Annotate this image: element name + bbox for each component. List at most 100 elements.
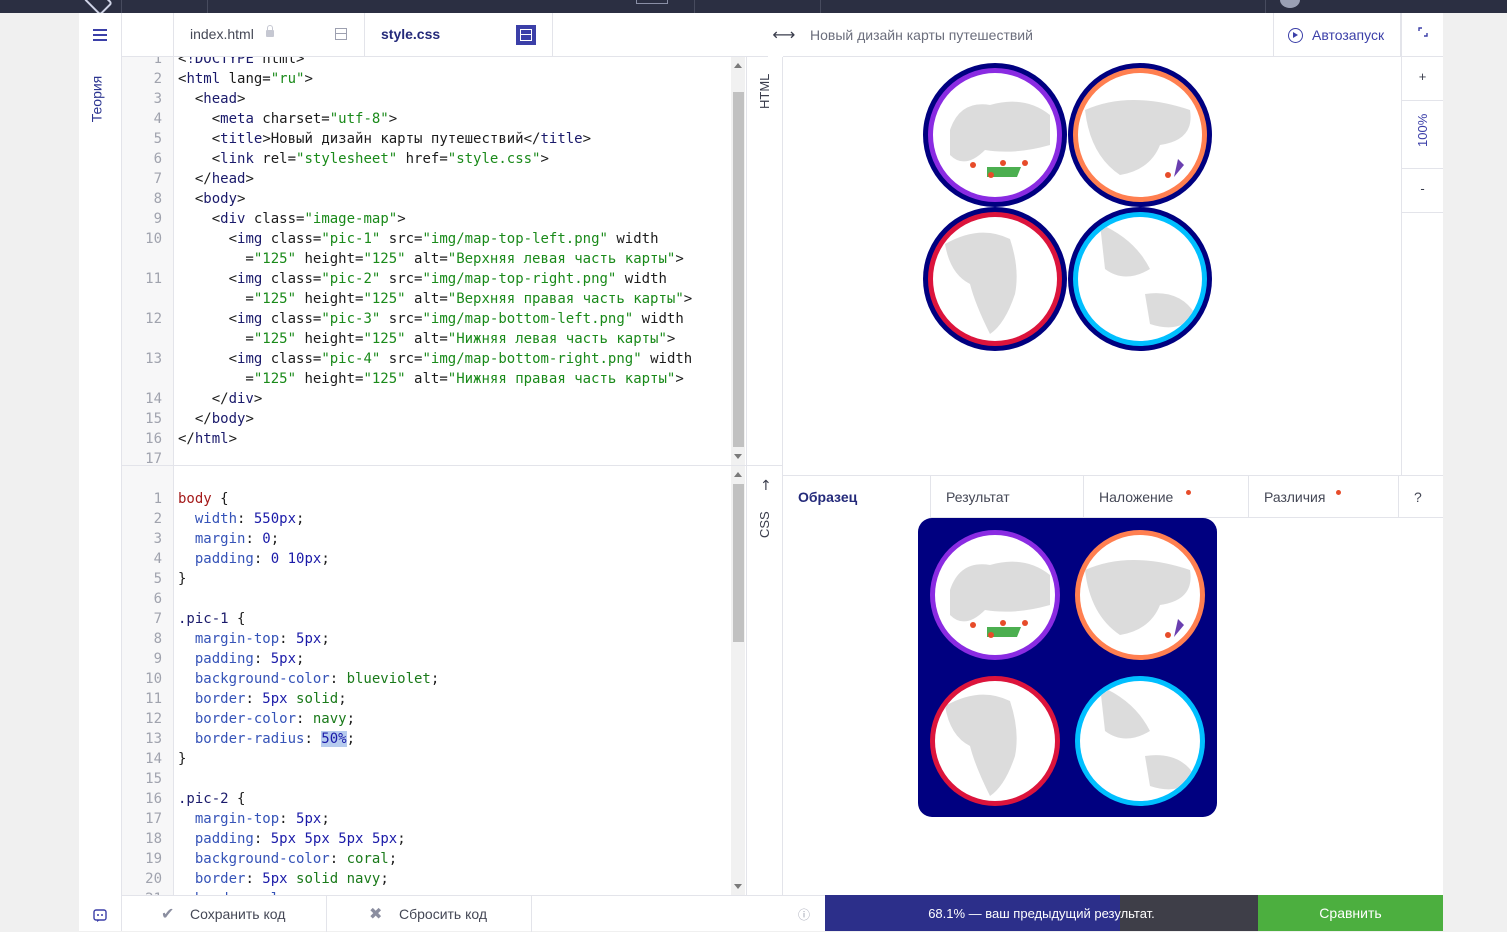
zoom-in-button[interactable]: + [1402, 57, 1443, 101]
line-number: 2 [153, 71, 162, 87]
mode-sample-label: Образец [798, 489, 858, 505]
tab-style-css[interactable]: style.css [365, 13, 553, 57]
code-line[interactable]: </html> [178, 429, 237, 449]
zoom-level: 100% [1402, 101, 1443, 169]
reset-code-label: Сбросить код [399, 906, 488, 922]
line-number: 4 [153, 111, 162, 127]
theory-label: Теория [88, 75, 105, 123]
code-line[interactable]: } [178, 749, 186, 769]
code-line[interactable]: <img class="pic-4" src="img/map-bottom-r… [178, 349, 693, 369]
code-line[interactable]: border-color: navy; [178, 709, 355, 729]
pic-1 [925, 525, 1065, 665]
nav-separator [207, 0, 208, 13]
code-line[interactable]: <meta charset="utf-8"> [178, 109, 397, 129]
css-editor[interactable]: 1 body {2 width: 550px; 3 margin: 0; 4 padd… [122, 466, 731, 895]
autorun-label: Автозапуск [1312, 27, 1385, 43]
code-line[interactable]: padding: 5px; [178, 649, 305, 669]
code-line[interactable]: .pic-1 { [178, 609, 245, 629]
save-code-button[interactable]: ✔ Сохранить код [122, 896, 327, 932]
code-line[interactable]: <html lang="ru"> [178, 69, 313, 89]
code-line[interactable]: </head> [178, 169, 254, 189]
scroll-down-icon[interactable] [734, 454, 742, 459]
scroll-up-icon[interactable] [734, 63, 742, 68]
check-icon: ✔ [161, 906, 175, 923]
mode-diff-tab[interactable]: Различия [1249, 476, 1399, 518]
code-line[interactable]: <head> [178, 89, 246, 109]
code-line[interactable]: border-radius: 50%; [178, 729, 355, 749]
code-line[interactable]: ="125" height="125" alt="Нижняя левая ча… [178, 329, 675, 349]
scroll-thumb[interactable] [733, 484, 744, 642]
cross-icon: ✖ [369, 906, 383, 923]
code-line[interactable]: <img class="pic-1" src="img/map-top-left… [178, 229, 659, 249]
compare-label: Сравнить [1319, 905, 1382, 921]
preview-title: Новый дизайн карты путешествий [810, 27, 1033, 43]
code-line[interactable]: border: 5px solid navy; [178, 869, 389, 889]
line-number: 3 [153, 91, 162, 107]
resize-arrows-icon[interactable]: ⟷ [769, 25, 799, 44]
line-number: 14 [145, 751, 162, 767]
code-line[interactable]: ="125" height="125" alt="Нижняя правая ч… [178, 369, 683, 389]
tab-index-html[interactable]: index.html [173, 13, 365, 57]
code-line[interactable]: ="125" height="125" alt="Верхняя правая … [178, 289, 692, 309]
code-line[interactable]: background-color: coral; [178, 849, 397, 869]
fullscreen-button[interactable] [1402, 13, 1443, 57]
code-line[interactable]: <div class="image-map"> [178, 209, 406, 229]
code-line[interactable]: </body> [178, 409, 254, 429]
scroll-down-icon[interactable] [734, 884, 742, 889]
code-line[interactable]: .pic-2 { [178, 789, 245, 809]
autorun-button[interactable]: Автозапуск [1273, 13, 1401, 57]
keyboard-icon[interactable] [636, 0, 668, 4]
code-line[interactable]: padding: 0 10px; [178, 549, 330, 569]
zoom-out-button[interactable]: - [1402, 169, 1443, 213]
code-line[interactable]: body { [178, 489, 229, 509]
arrow-up-icon[interactable]: ↑ [760, 478, 772, 494]
play-icon [1288, 28, 1303, 43]
code-line[interactable]: border: 5px solid; [178, 689, 347, 709]
feedback-icon[interactable] [93, 909, 107, 927]
line-number: 15 [145, 411, 162, 427]
status-bar: ⓘ 68.1% — ваш предыдущий результат. Срав… [783, 895, 1443, 931]
code-line[interactable]: <title>Новый дизайн карты путешествий</t… [178, 129, 591, 149]
code-line[interactable]: </div> [178, 389, 263, 409]
code-line[interactable]: <body> [178, 189, 246, 209]
code-line[interactable]: margin-top: 5px; [178, 629, 330, 649]
compare-button[interactable]: Сравнить [1258, 895, 1443, 931]
pic-1 [923, 63, 1067, 207]
mode-result-tab[interactable]: Результат [931, 476, 1084, 518]
pic-4 [1070, 671, 1210, 811]
code-line[interactable]: padding: 5px 5px 5px 5px; [178, 829, 406, 849]
code-line[interactable]: margin-top: 5px; [178, 809, 330, 829]
help-button[interactable]: ? [1399, 476, 1443, 518]
code-line[interactable]: } [178, 569, 186, 589]
code-line[interactable]: ="125" height="125" alt="Верхняя левая ч… [178, 249, 683, 269]
html-scrollbar[interactable] [731, 57, 745, 465]
line-number: 17 [145, 811, 162, 827]
reset-code-button[interactable]: ✖ Сбросить код [327, 896, 532, 932]
code-line[interactable]: margin: 0; [178, 529, 279, 549]
line-number: 2 [153, 511, 162, 527]
code-line[interactable]: <img class="pic-2" src="img/map-top-righ… [178, 269, 667, 289]
scroll-thumb[interactable] [733, 92, 744, 447]
editor-tabs: index.html style.css [122, 13, 768, 57]
scroll-up-icon[interactable] [734, 472, 742, 477]
info-icon[interactable]: ⓘ [783, 895, 825, 931]
html-editor[interactable]: 1 <!DOCTYPE html> 2 <html lang="ru"> 3 <head… [122, 57, 731, 465]
split-view-icon[interactable] [516, 25, 536, 45]
avatar[interactable] [1280, 0, 1300, 8]
line-number: 7 [153, 171, 162, 187]
split-view-icon[interactable] [335, 28, 347, 40]
code-line[interactable]: width: 550px; [178, 509, 305, 529]
line-number: 17 [145, 451, 162, 465]
nav-separator [1265, 0, 1266, 13]
code-line[interactable]: <link rel="stylesheet" href="style.css"> [178, 149, 549, 169]
lock-icon [266, 25, 274, 37]
theory-tab[interactable]: Теория [81, 71, 121, 131]
mode-sample-tab[interactable]: Образец [783, 476, 931, 518]
code-line[interactable]: <img class="pic-3" src="img/map-bottom-l… [178, 309, 684, 329]
css-scrollbar[interactable] [731, 466, 745, 895]
expand-icon [1417, 27, 1428, 37]
code-line[interactable]: background-color: blueviolet; [178, 669, 439, 689]
mode-overlay-tab[interactable]: Наложение [1084, 476, 1249, 518]
hamburger-icon[interactable] [93, 29, 107, 41]
code-line[interactable]: <!DOCTYPE html> [178, 57, 304, 69]
